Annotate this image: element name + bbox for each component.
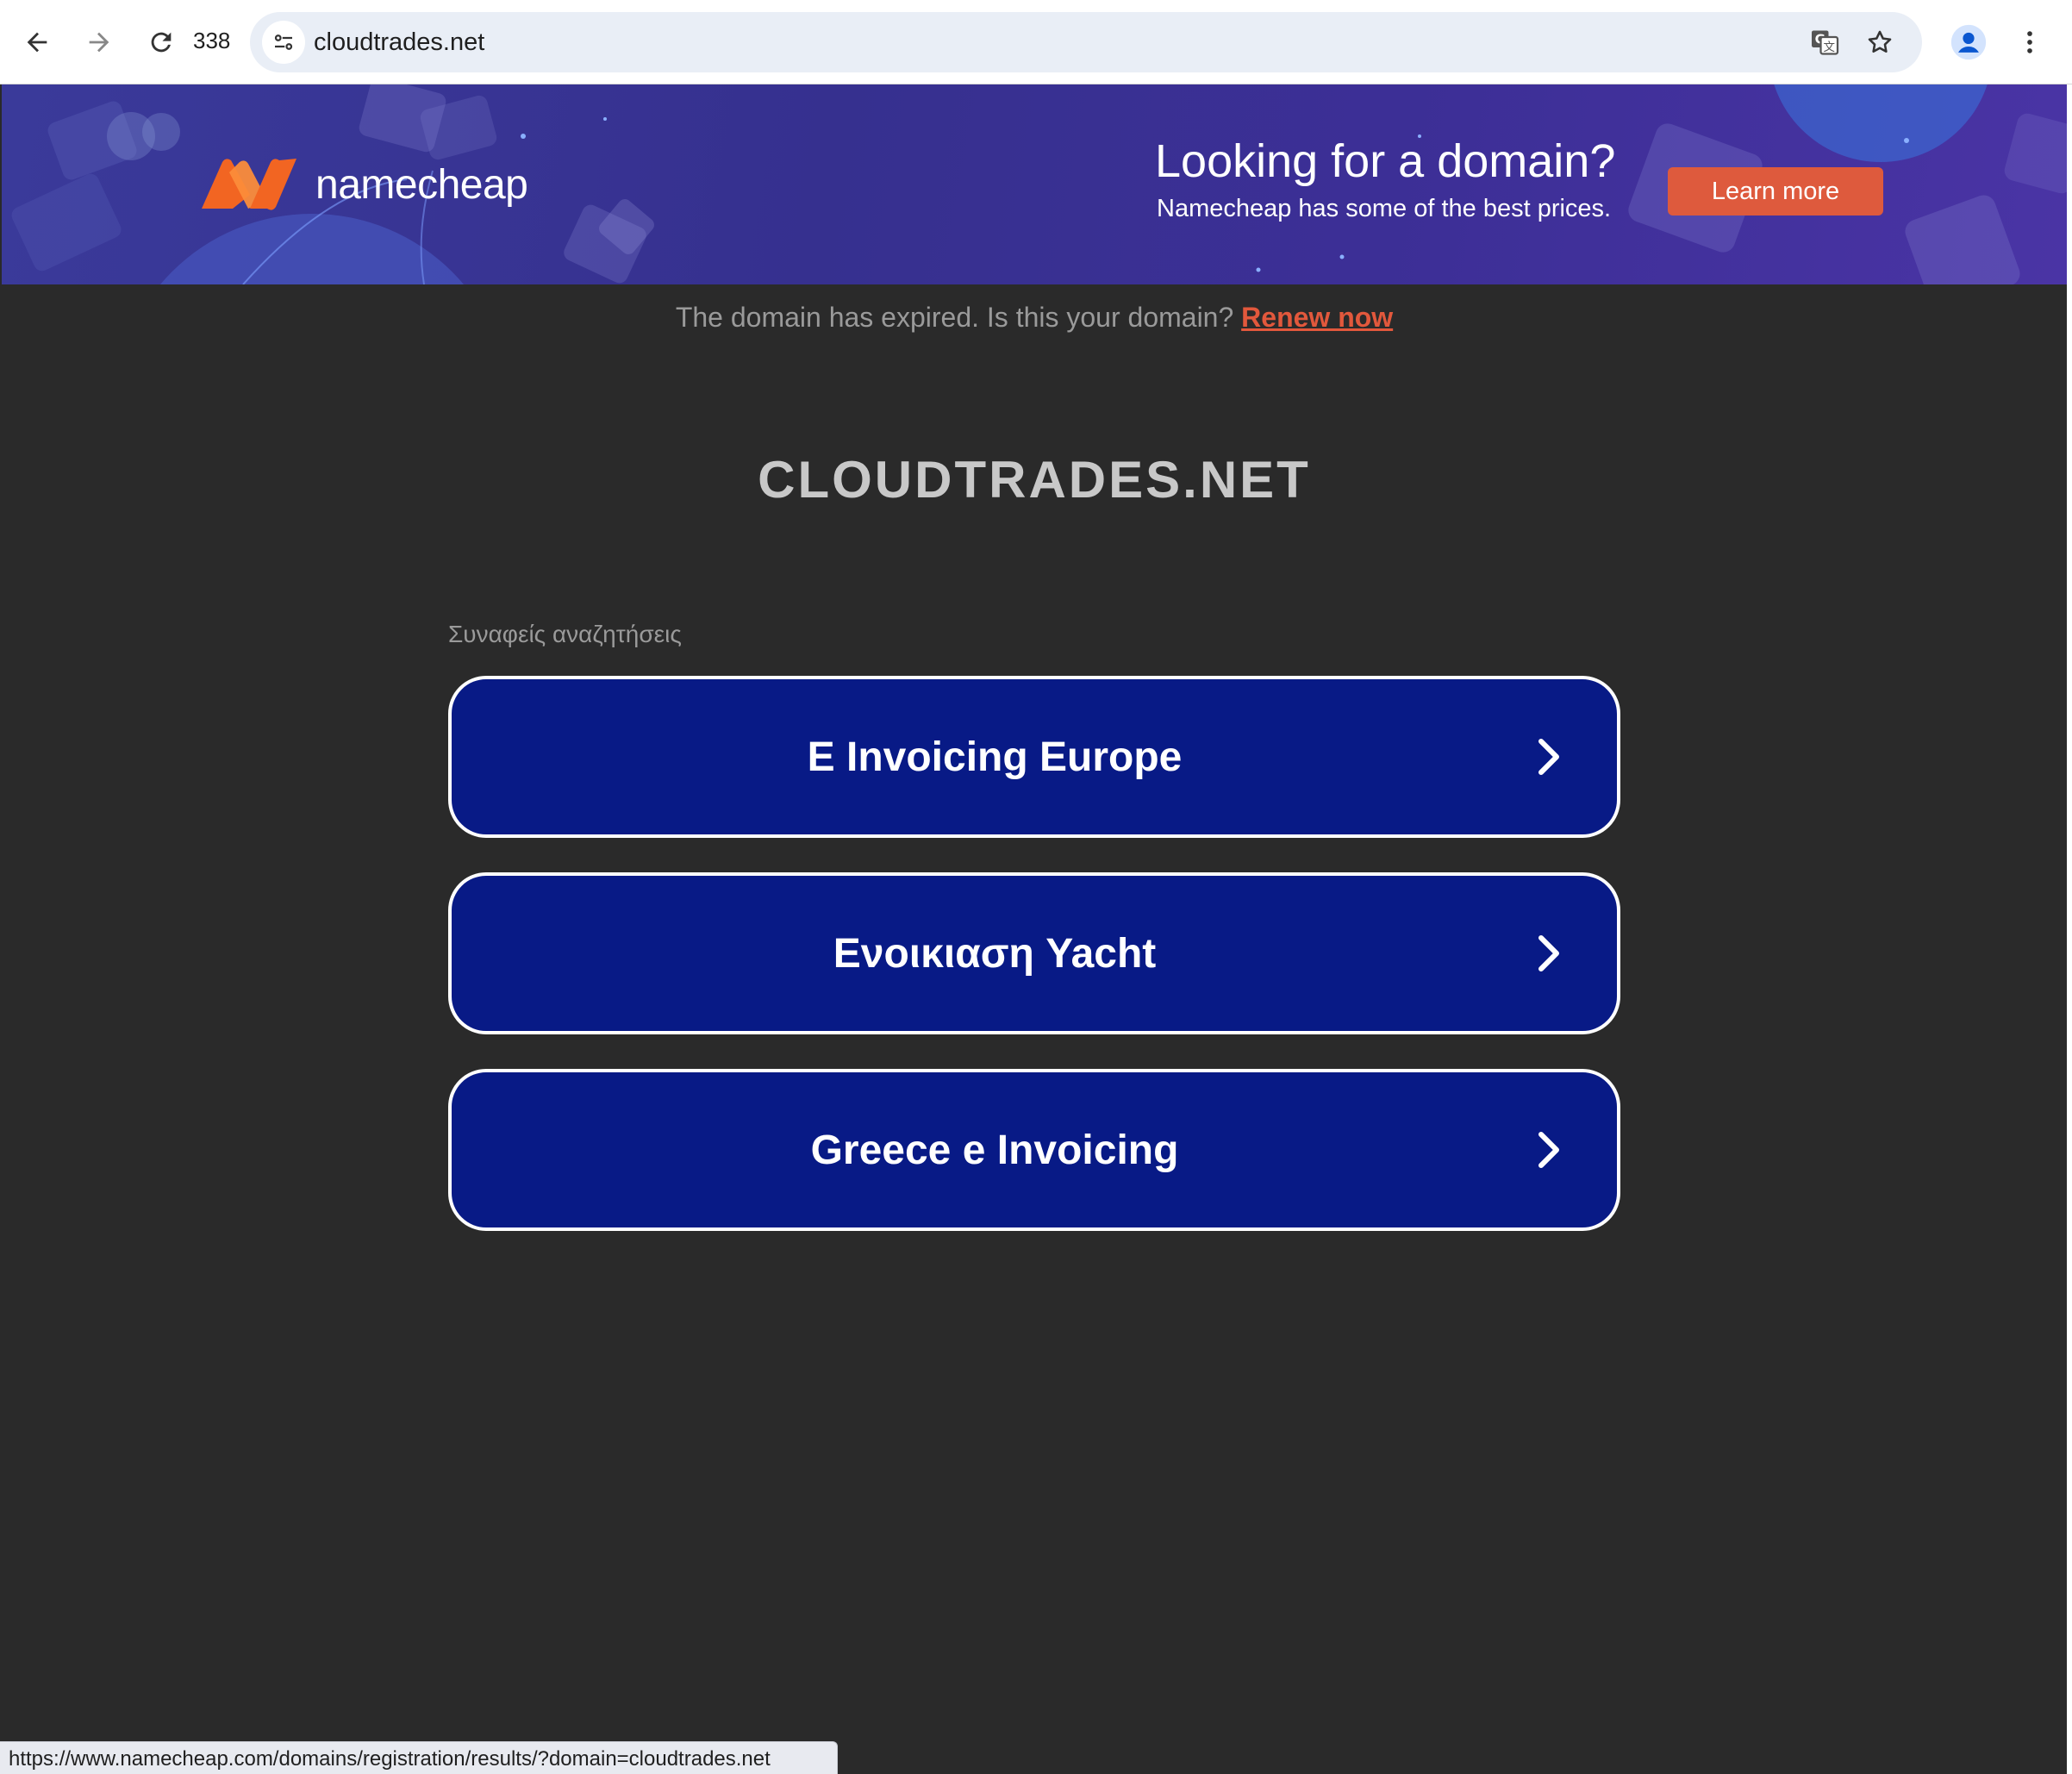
back-arrow-icon[interactable] xyxy=(12,17,62,67)
translate-icon[interactable]: G 文 xyxy=(1807,24,1843,60)
link-status-bar: https://www.namecheap.com/domains/regist… xyxy=(0,1741,838,1774)
related-search-label: Ενοικιαση Yacht xyxy=(833,930,1157,977)
namecheap-wordmark: namecheap xyxy=(315,161,528,208)
site-info-icon[interactable] xyxy=(262,21,305,64)
menu-kebab-icon[interactable] xyxy=(2005,17,2055,67)
namecheap-logo: namecheap xyxy=(198,155,528,214)
namecheap-ad-banner[interactable]: namecheap Looking for a domain? Namechea… xyxy=(2,84,2067,284)
chevron-right-icon xyxy=(1538,739,1559,775)
related-search-button[interactable]: Ενοικιαση Yacht xyxy=(448,872,1620,1034)
related-searches-label: Συναφείς αναζητήσεις xyxy=(448,621,682,647)
page-title: CLOUDTRADES.NET xyxy=(758,451,1311,509)
related-search-label: E Invoicing Europe xyxy=(807,734,1183,780)
chevron-right-icon xyxy=(1538,1132,1559,1168)
reload-icon[interactable] xyxy=(136,17,186,67)
domain-expired-notice: The domain has expired. Is this your dom… xyxy=(0,302,2069,334)
renew-now-link[interactable]: Renew now xyxy=(1241,302,1393,333)
url-text[interactable]: cloudtrades.net xyxy=(314,28,484,57)
forward-arrow-icon[interactable] xyxy=(74,17,124,67)
address-bar[interactable]: cloudtrades.net G 文 xyxy=(250,12,1922,72)
related-search-label: Greece e Invoicing xyxy=(810,1127,1179,1173)
learn-more-button[interactable]: Learn more xyxy=(1668,167,1883,216)
banner-subtitle: Namecheap has some of the best prices. xyxy=(1157,195,1612,222)
svg-text:文: 文 xyxy=(1824,41,1836,54)
reload-count: 338 xyxy=(193,28,231,53)
related-search-button[interactable]: E Invoicing Europe xyxy=(448,676,1620,838)
banner-title: Looking for a domain? xyxy=(1155,135,1616,187)
browser-toolbar: 338 cloudtrades.net G 文 xyxy=(0,0,2072,84)
namecheap-logo-icon xyxy=(202,159,296,210)
chevron-right-icon xyxy=(1538,935,1559,971)
expired-text: The domain has expired. Is this your dom… xyxy=(675,302,1234,333)
bookmark-star-icon[interactable] xyxy=(1862,24,1898,60)
related-search-button[interactable]: Greece e Invoicing xyxy=(448,1069,1620,1231)
profile-icon[interactable] xyxy=(1944,17,1994,67)
window-edge xyxy=(2067,84,2072,1774)
